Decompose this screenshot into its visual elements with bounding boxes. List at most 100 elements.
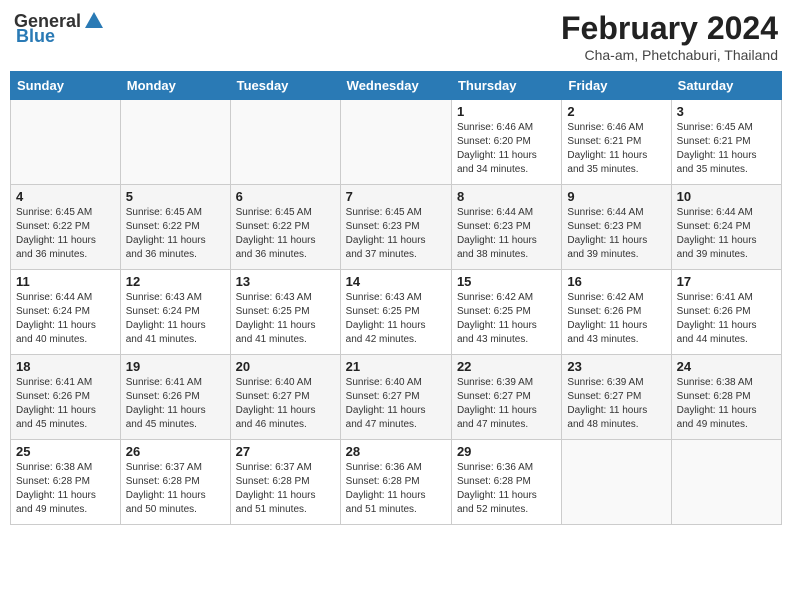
weekday-header-row: SundayMondayTuesdayWednesdayThursdayFrid… [11, 72, 782, 100]
day-info: Sunrise: 6:41 AM Sunset: 6:26 PM Dayligh… [677, 291, 776, 347]
calendar-cell: 5 Sunrise: 6:45 AM Sunset: 6:22 PM Daylig… [120, 185, 230, 270]
day-number: 17 [677, 274, 776, 289]
calendar-cell [562, 440, 671, 525]
calendar-cell: 13 Sunrise: 6:43 AM Sunset: 6:25 PM Dayli… [230, 270, 340, 355]
calendar-cell: 29Sunrise: 6:36 AM Sunset: 6:28 PM Dayli… [451, 440, 561, 525]
day-info: Sunrise: 6:46 AM Sunset: 6:21 PM Dayligh… [567, 121, 665, 177]
calendar-week-row: 4 Sunrise: 6:45 AM Sunset: 6:22 PM Daylig… [11, 185, 782, 270]
weekday-header: Friday [562, 72, 671, 100]
day-number: 23 [567, 359, 665, 374]
day-number: 14 [346, 274, 446, 289]
day-info: Sunrise: 6:37 AM Sunset: 6:28 PM Dayligh… [236, 461, 335, 517]
day-number: 1 [457, 104, 556, 119]
weekday-header: Tuesday [230, 72, 340, 100]
logo: General Blue [14, 10, 105, 47]
calendar-cell: 9Sunrise: 6:44 AM Sunset: 6:23 PM Daylig… [562, 185, 671, 270]
calendar-cell: 17 Sunrise: 6:41 AM Sunset: 6:26 PM Dayli… [671, 270, 781, 355]
day-number: 19 [126, 359, 225, 374]
calendar-cell: 26 Sunrise: 6:37 AM Sunset: 6:28 PM Dayli… [120, 440, 230, 525]
calendar-cell: 20 Sunrise: 6:40 AM Sunset: 6:27 PM Dayli… [230, 355, 340, 440]
calendar-cell: 6 Sunrise: 6:45 AM Sunset: 6:22 PM Daylig… [230, 185, 340, 270]
day-info: Sunrise: 6:37 AM Sunset: 6:28 PM Dayligh… [126, 461, 225, 517]
calendar-week-row: 25 Sunrise: 6:38 AM Sunset: 6:28 PM Dayli… [11, 440, 782, 525]
day-info: Sunrise: 6:46 AM Sunset: 6:20 PM Dayligh… [457, 121, 556, 177]
day-info: Sunrise: 6:45 AM Sunset: 6:21 PM Dayligh… [677, 121, 776, 177]
day-number: 27 [236, 444, 335, 459]
day-number: 29 [457, 444, 556, 459]
day-number: 20 [236, 359, 335, 374]
day-info: Sunrise: 6:42 AM Sunset: 6:26 PM Dayligh… [567, 291, 665, 347]
day-number: 15 [457, 274, 556, 289]
day-info: Sunrise: 6:45 AM Sunset: 6:22 PM Dayligh… [126, 206, 225, 262]
day-number: 26 [126, 444, 225, 459]
day-info: Sunrise: 6:43 AM Sunset: 6:25 PM Dayligh… [236, 291, 335, 347]
calendar-cell: 12 Sunrise: 6:43 AM Sunset: 6:24 PM Dayli… [120, 270, 230, 355]
day-number: 3 [677, 104, 776, 119]
day-info: Sunrise: 6:40 AM Sunset: 6:27 PM Dayligh… [236, 376, 335, 432]
calendar-cell: 21Sunrise: 6:40 AM Sunset: 6:27 PM Dayli… [340, 355, 451, 440]
day-info: Sunrise: 6:39 AM Sunset: 6:27 PM Dayligh… [457, 376, 556, 432]
day-info: Sunrise: 6:44 AM Sunset: 6:24 PM Dayligh… [677, 206, 776, 262]
day-info: Sunrise: 6:44 AM Sunset: 6:23 PM Dayligh… [457, 206, 556, 262]
day-info: Sunrise: 6:41 AM Sunset: 6:26 PM Dayligh… [16, 376, 115, 432]
calendar-cell: 23 Sunrise: 6:39 AM Sunset: 6:27 PM Dayli… [562, 355, 671, 440]
day-info: Sunrise: 6:43 AM Sunset: 6:24 PM Dayligh… [126, 291, 225, 347]
day-info: Sunrise: 6:39 AM Sunset: 6:27 PM Dayligh… [567, 376, 665, 432]
calendar-cell: 18 Sunrise: 6:41 AM Sunset: 6:26 PM Dayli… [11, 355, 121, 440]
calendar-cell: 14Sunrise: 6:43 AM Sunset: 6:25 PM Dayli… [340, 270, 451, 355]
logo-blue: Blue [16, 26, 55, 47]
calendar-cell [340, 100, 451, 185]
day-info: Sunrise: 6:41 AM Sunset: 6:26 PM Dayligh… [126, 376, 225, 432]
calendar-cell: 15 Sunrise: 6:42 AM Sunset: 6:25 PM Dayli… [451, 270, 561, 355]
calendar-cell: 1 Sunrise: 6:46 AM Sunset: 6:20 PM Daylig… [451, 100, 561, 185]
day-info: Sunrise: 6:45 AM Sunset: 6:22 PM Dayligh… [16, 206, 115, 262]
location-subtitle: Cha-am, Phetchaburi, Thailand [561, 47, 778, 63]
day-number: 16 [567, 274, 665, 289]
day-info: Sunrise: 6:38 AM Sunset: 6:28 PM Dayligh… [16, 461, 115, 517]
day-number: 5 [126, 189, 225, 204]
calendar-cell: 25 Sunrise: 6:38 AM Sunset: 6:28 PM Dayli… [11, 440, 121, 525]
day-number: 13 [236, 274, 335, 289]
weekday-header: Thursday [451, 72, 561, 100]
day-number: 6 [236, 189, 335, 204]
weekday-header: Saturday [671, 72, 781, 100]
day-info: Sunrise: 6:45 AM Sunset: 6:22 PM Dayligh… [236, 206, 335, 262]
calendar-cell: 16 Sunrise: 6:42 AM Sunset: 6:26 PM Dayli… [562, 270, 671, 355]
day-number: 28 [346, 444, 446, 459]
day-number: 7 [346, 189, 446, 204]
calendar-cell: 11Sunrise: 6:44 AM Sunset: 6:24 PM Dayli… [11, 270, 121, 355]
title-section: February 2024 Cha-am, Phetchaburi, Thail… [561, 10, 778, 63]
day-info: Sunrise: 6:44 AM Sunset: 6:23 PM Dayligh… [567, 206, 665, 262]
weekday-header: Wednesday [340, 72, 451, 100]
day-number: 12 [126, 274, 225, 289]
calendar-cell: 8Sunrise: 6:44 AM Sunset: 6:23 PM Daylig… [451, 185, 561, 270]
calendar-cell: 4 Sunrise: 6:45 AM Sunset: 6:22 PM Daylig… [11, 185, 121, 270]
calendar-table: SundayMondayTuesdayWednesdayThursdayFrid… [10, 71, 782, 525]
day-number: 25 [16, 444, 115, 459]
calendar-cell: 10 Sunrise: 6:44 AM Sunset: 6:24 PM Dayli… [671, 185, 781, 270]
month-year-title: February 2024 [561, 10, 778, 47]
calendar-week-row: 18 Sunrise: 6:41 AM Sunset: 6:26 PM Dayli… [11, 355, 782, 440]
day-number: 22 [457, 359, 556, 374]
weekday-header: Sunday [11, 72, 121, 100]
page-header: General Blue February 2024 Cha-am, Phetc… [10, 10, 782, 63]
calendar-cell [671, 440, 781, 525]
calendar-cell: 27 Sunrise: 6:37 AM Sunset: 6:28 PM Dayli… [230, 440, 340, 525]
calendar-cell: 28 Sunrise: 6:36 AM Sunset: 6:28 PM Dayli… [340, 440, 451, 525]
day-number: 18 [16, 359, 115, 374]
day-number: 24 [677, 359, 776, 374]
day-number: 10 [677, 189, 776, 204]
day-info: Sunrise: 6:38 AM Sunset: 6:28 PM Dayligh… [677, 376, 776, 432]
day-number: 21 [346, 359, 446, 374]
calendar-cell: 7 Sunrise: 6:45 AM Sunset: 6:23 PM Daylig… [340, 185, 451, 270]
day-number: 4 [16, 189, 115, 204]
calendar-cell: 24 Sunrise: 6:38 AM Sunset: 6:28 PM Dayli… [671, 355, 781, 440]
day-info: Sunrise: 6:45 AM Sunset: 6:23 PM Dayligh… [346, 206, 446, 262]
day-info: Sunrise: 6:36 AM Sunset: 6:28 PM Dayligh… [346, 461, 446, 517]
calendar-week-row: 1 Sunrise: 6:46 AM Sunset: 6:20 PM Daylig… [11, 100, 782, 185]
calendar-week-row: 11Sunrise: 6:44 AM Sunset: 6:24 PM Dayli… [11, 270, 782, 355]
calendar-cell [230, 100, 340, 185]
weekday-header: Monday [120, 72, 230, 100]
day-number: 2 [567, 104, 665, 119]
day-info: Sunrise: 6:42 AM Sunset: 6:25 PM Dayligh… [457, 291, 556, 347]
